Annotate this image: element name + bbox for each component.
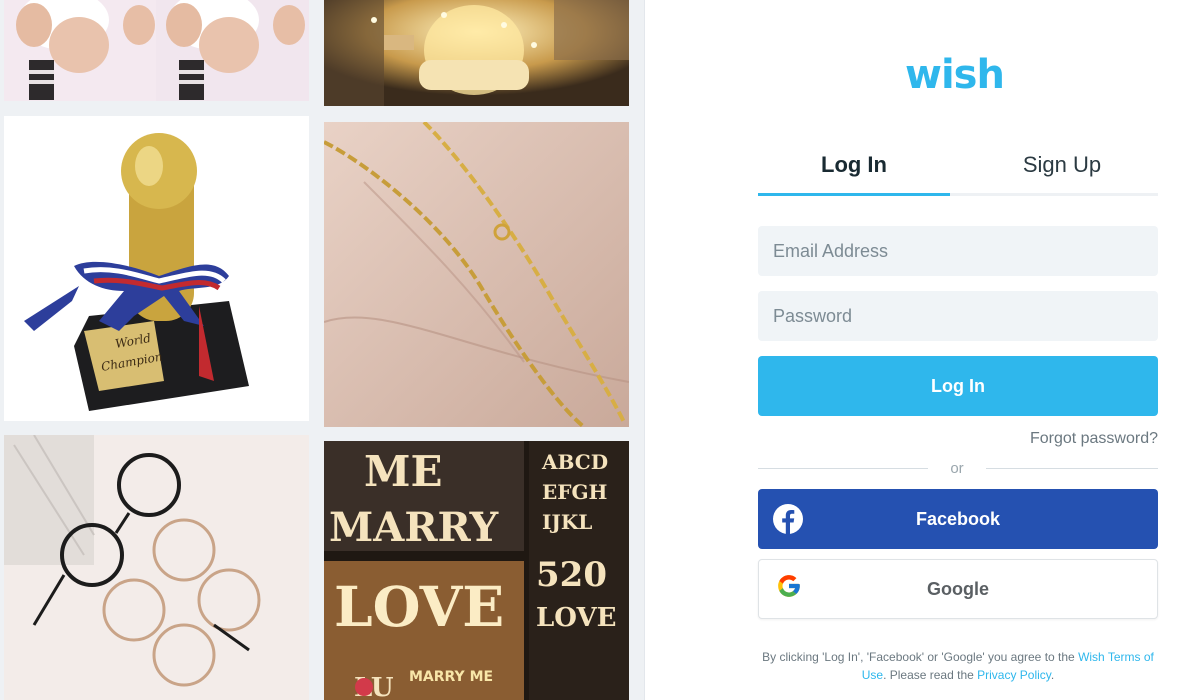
led-lamp-photo <box>324 0 629 106</box>
marquee-abcd: ABCD <box>541 450 608 474</box>
auth-tabs: Log In Sign Up <box>758 140 1158 196</box>
product-tile-led-lamp <box>324 0 629 106</box>
marquee-marry: MARRY <box>329 504 499 551</box>
marquee-ijkl: IJKL <box>542 510 592 534</box>
login-panel: wish Log In Sign Up Log In Forgot passwo… <box>645 0 1197 700</box>
legal-middle: . Please read the <box>883 668 978 682</box>
marquee-love-small: LOVE <box>536 603 616 633</box>
email-field[interactable] <box>758 226 1158 276</box>
privacy-policy-link[interactable]: Privacy Policy <box>977 668 1051 682</box>
product-tile-trophy: World Champion <box>4 116 309 421</box>
gold-chain-necklace-photo <box>324 122 629 427</box>
round-glasses-photo <box>4 435 309 700</box>
active-tab-indicator <box>758 193 950 196</box>
marquee-me: ME <box>364 447 443 496</box>
facebook-login-button[interactable]: Facebook <box>758 489 1158 549</box>
marquee-letters-photo: ME MARRY LOVE ABCD EFGH IJKL 520 LOVE MA… <box>324 441 629 700</box>
legal-prefix: By clicking 'Log In', 'Facebook' or 'Goo… <box>762 650 1079 664</box>
baby-legs-photo <box>4 0 309 101</box>
divider-left <box>758 468 928 469</box>
legal-suffix: . <box>1050 668 1055 682</box>
log-in-button[interactable]: Log In <box>758 356 1158 416</box>
marquee-efgh: EFGH <box>542 480 607 504</box>
product-tile-gold-chain <box>324 122 629 427</box>
password-field[interactable] <box>758 291 1158 341</box>
forgot-password-link[interactable]: Forgot password? <box>1030 430 1158 448</box>
facebook-icon <box>773 504 803 534</box>
product-mosaic: World Champion ME MARRY LOVE ABCD EFGH I… <box>0 0 645 700</box>
google-button-label: Google <box>927 579 989 599</box>
facebook-button-label: Facebook <box>915 509 1001 529</box>
wish-logo-mark: wish <box>905 52 1005 98</box>
divider-right <box>986 468 1158 469</box>
tab-sign-up[interactable]: Sign Up <box>966 140 1158 193</box>
marquee-520: 520 <box>536 555 607 595</box>
wish-logo[interactable]: wish <box>903 52 1015 98</box>
product-tile-baby-legs <box>4 0 309 101</box>
legal-notice: By clicking 'Log In', 'Facebook' or 'Goo… <box>758 648 1158 684</box>
or-label: or <box>950 460 964 477</box>
google-icon <box>778 575 800 597</box>
svg-text:wish: wish <box>905 52 1004 98</box>
marquee-marry-me: MARRY ME <box>409 669 493 685</box>
gold-trophy-photo: World Champion <box>4 116 309 421</box>
google-login-button[interactable]: Google <box>758 559 1158 619</box>
tab-log-in[interactable]: Log In <box>758 140 950 193</box>
marquee-love: LOVE <box>334 574 504 639</box>
product-tile-glasses <box>4 435 309 700</box>
product-tile-marquee-letters: ME MARRY LOVE ABCD EFGH IJKL 520 LOVE MA… <box>324 441 629 700</box>
